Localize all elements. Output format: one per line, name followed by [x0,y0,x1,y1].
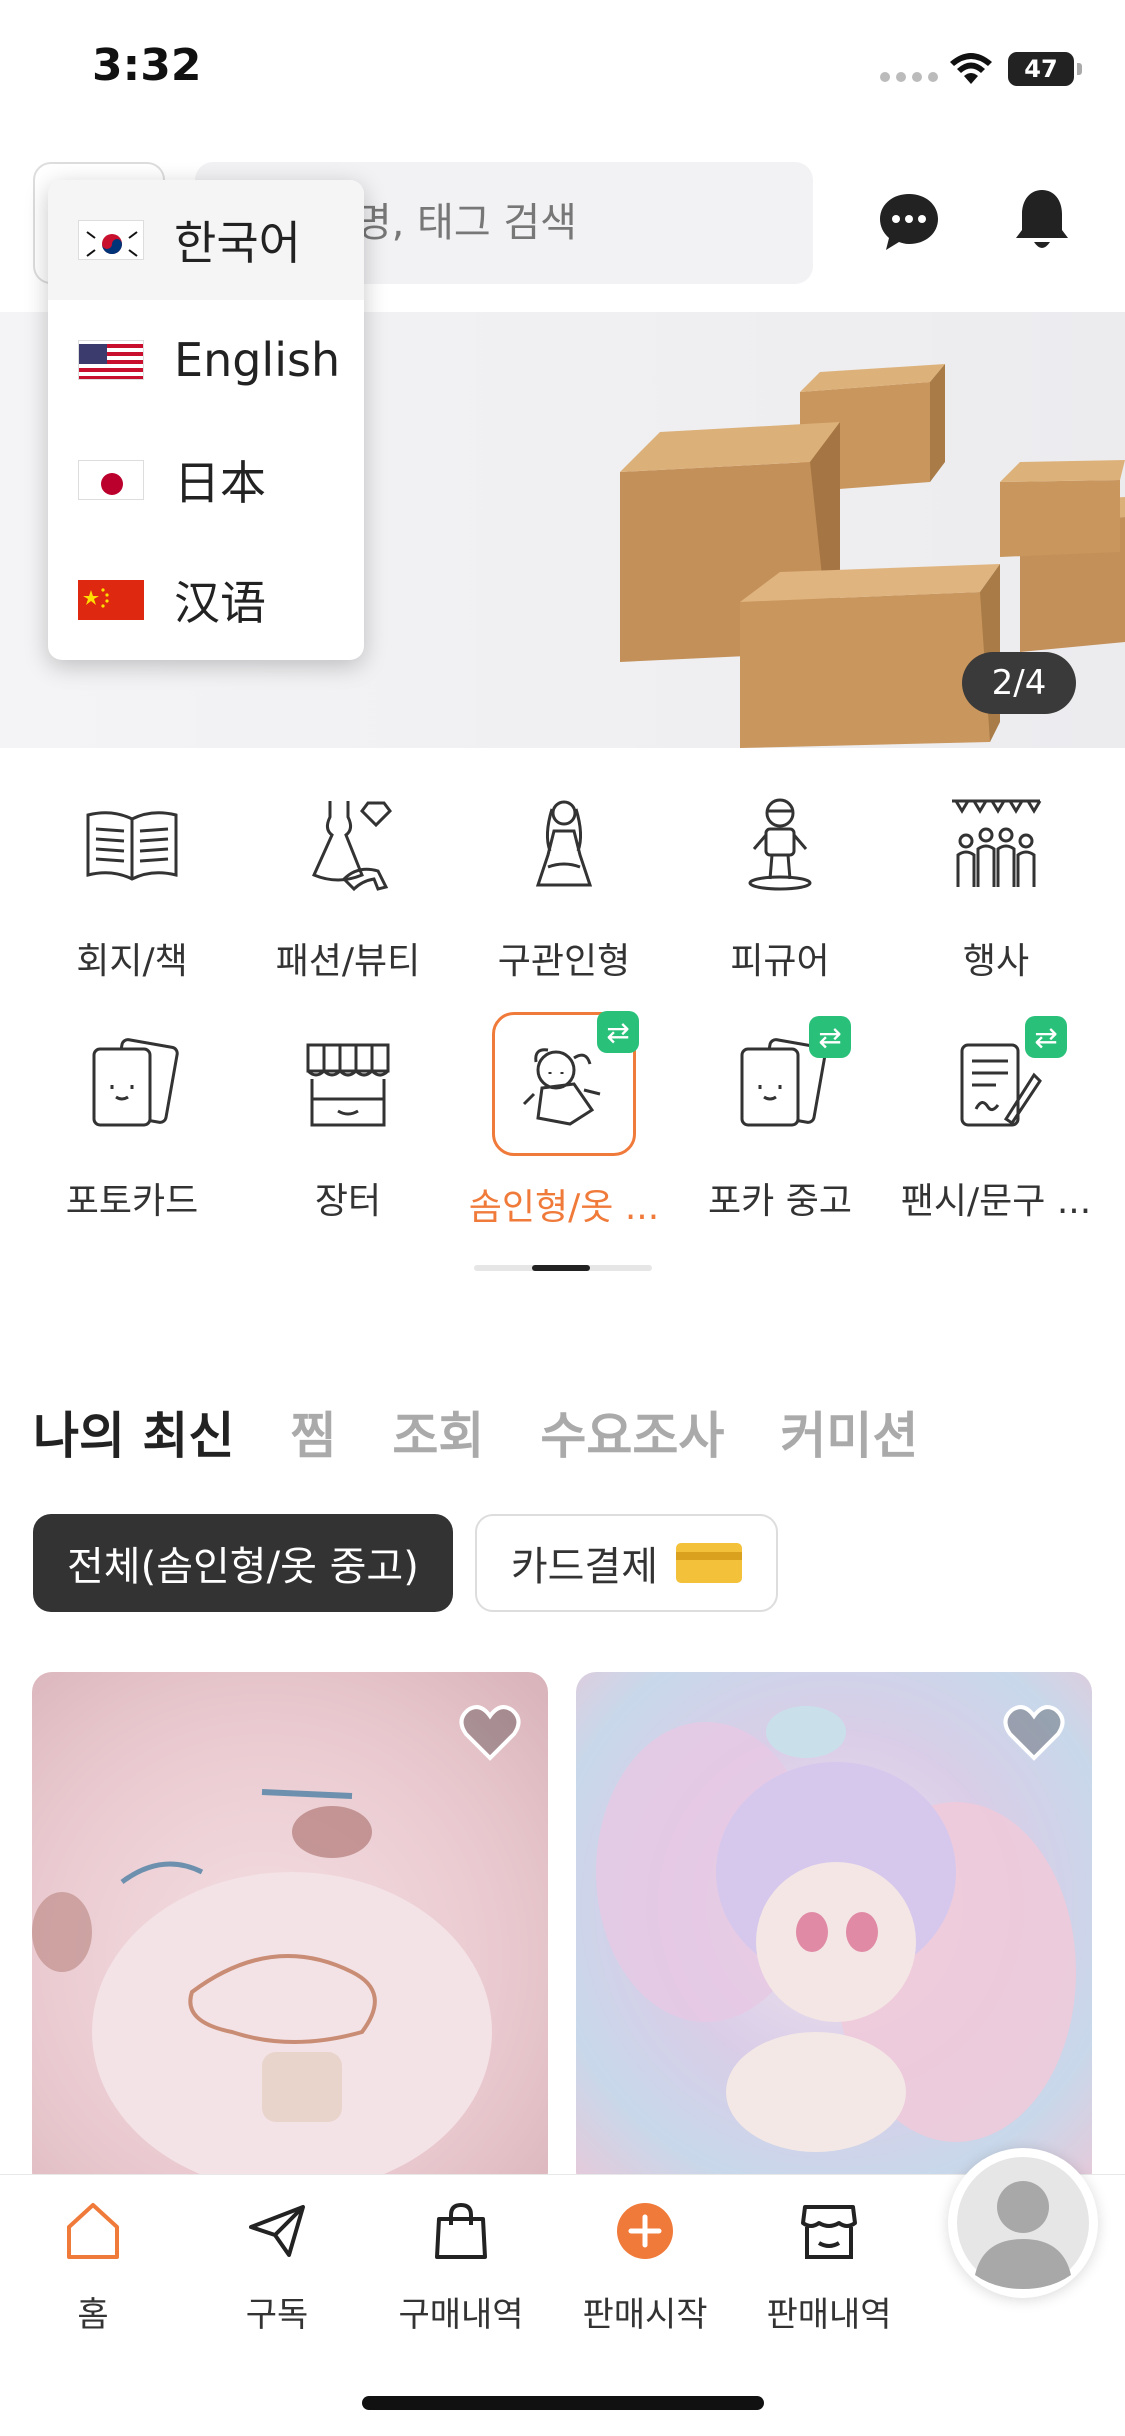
category-stationery[interactable]: ⇄ 팬시/문구 ... [896,1016,1096,1224]
event-icon [931,780,1061,910]
stationery-icon: ⇄ [931,1016,1067,1150]
shopping-bag-icon [435,2202,487,2259]
category-label: 포토카드 [65,1181,199,1222]
filter-all-chip[interactable]: 전체(솜인형/옷 중고) [33,1514,453,1612]
heart-icon[interactable] [458,1702,522,1762]
filter-card-label: 카드결제 [510,1544,659,1590]
store-icon [801,2205,857,2259]
language-option-label: 日本 [174,456,266,510]
dress-icon [283,780,413,910]
category-figure[interactable]: 피규어 [680,780,880,984]
tab-demand-survey[interactable]: 수요조사 [540,1396,724,1468]
language-option-japanese[interactable]: 日本 [48,420,364,540]
language-option-chinese[interactable]: 汉语 [48,540,364,660]
avatar-icon [957,2157,1089,2289]
category-scroll-thumb [532,1265,590,1271]
tab-latest[interactable]: 나의 최신 [33,1396,234,1468]
category-label: 피규어 [730,941,830,982]
nav-sales[interactable]: 판매내역 [744,2199,914,2336]
language-option-label: 한국어 [174,216,301,270]
category-label: 솜인형/옷 ... [468,1187,660,1228]
category-fashion[interactable]: 패션/뷰티 [248,780,448,984]
category-plush-doll[interactable]: ⇄ 솜인형/옷 ... [464,1011,664,1230]
heart-icon[interactable] [1002,1702,1066,1762]
filter-all-label: 전체(솜인형/옷 중고) [67,1544,419,1590]
us-flag-icon [78,340,144,380]
banner-page-indicator: 2/4 [962,652,1076,714]
swap-badge-icon: ⇄ [809,1016,851,1058]
plus-circle-icon [617,2203,673,2259]
bell-icon[interactable] [1012,186,1072,256]
book-icon [67,780,197,910]
language-option-label: 汉语 [174,576,266,630]
wifi-icon [950,53,992,84]
kr-flag-icon [78,220,144,260]
nav-home[interactable]: 홈 [8,2199,178,2336]
tab-commission[interactable]: 커미션 [780,1396,918,1468]
tab-views[interactable]: 조회 [392,1396,484,1468]
figure-icon [715,780,845,910]
tab-wishlist[interactable]: 찜 [290,1396,336,1468]
category-label: 회지/책 [76,941,188,982]
battery-icon: 47 [1008,52,1082,86]
product-card[interactable] [576,1672,1092,2192]
category-vintage-doll[interactable]: 구관인형 [464,780,664,984]
language-dropdown: 한국어 English 日本 汉语 [48,180,364,660]
nav-subscribe[interactable]: 구독 [192,2199,362,2336]
nav-label: 구독 [245,2295,309,2335]
category-photocard[interactable]: 포토카드 [32,1020,232,1224]
category-books[interactable]: 회지/책 [32,780,232,984]
doll-icon [499,780,629,910]
nav-label: 판매시작 [582,2295,708,2335]
swap-badge-icon: ⇄ [1025,1016,1067,1058]
home-icon [67,2203,119,2259]
home-indicator [362,2396,764,2410]
category-scroll-indicator [474,1265,652,1271]
category-label: 포카 중고 [708,1181,852,1222]
language-option-korean[interactable]: 한국어 [48,180,364,300]
signal-icon [880,72,938,82]
category-market[interactable]: 장터 [248,1020,448,1224]
market-stall-icon [283,1020,413,1150]
category-label: 패션/뷰티 [275,941,421,982]
plush-doll-icon: ⇄ [492,1011,639,1156]
profile-avatar-button[interactable] [948,2148,1098,2298]
feed-tabs: 나의 최신 찜 조회 수요조사 커미션 [33,1396,918,1468]
nav-label: 구매내역 [398,2295,524,2335]
category-label: 행사 [962,941,1030,982]
language-option-label: English [174,333,341,387]
category-label: 장터 [314,1181,382,1222]
swap-badge-icon: ⇄ [597,1011,639,1053]
nav-purchases[interactable]: 구매내역 [376,2199,546,2336]
paper-plane-icon [249,2205,305,2257]
product-card[interactable] [32,1672,548,2192]
filter-card-payment-chip[interactable]: 카드결제 [474,1514,779,1612]
photocard-icon: ⇄ [715,1016,851,1150]
cn-flag-icon [78,580,144,620]
nav-label: 판매내역 [766,2295,892,2335]
nav-start-selling[interactable]: 판매시작 [560,2199,730,2336]
category-label: 팬시/문구 ... [900,1181,1092,1222]
status-time: 3:32 [92,40,202,91]
credit-card-icon [676,1543,743,1583]
category-event[interactable]: 행사 [896,780,1096,984]
language-option-english[interactable]: English [48,300,364,420]
category-label: 구관인형 [497,941,631,982]
status-bar: 3:32 47 [0,0,1125,140]
filter-chips: 전체(솜인형/옷 중고) 카드결제 [33,1514,779,1612]
nav-label: 홈 [77,2295,109,2335]
chat-icon[interactable] [876,190,942,256]
jp-flag-icon [78,460,144,500]
photocard-icon [67,1020,197,1150]
category-photocard-used[interactable]: ⇄ 포카 중고 [680,1016,880,1224]
